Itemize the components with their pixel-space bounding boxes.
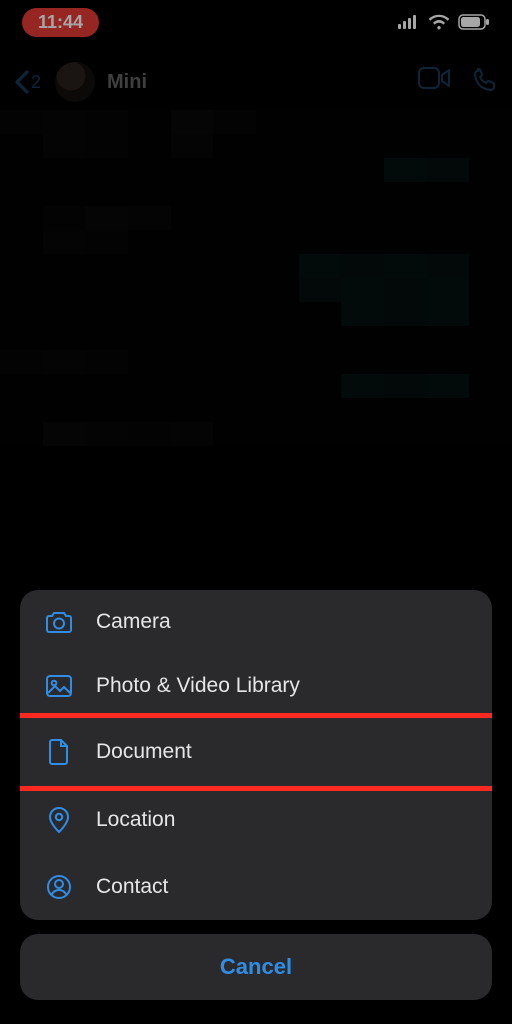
camera-icon (44, 610, 74, 634)
sheet-item-label: Camera (96, 610, 171, 634)
sheet-item-label: Location (96, 808, 175, 832)
sheet-item-contact[interactable]: Contact (20, 854, 492, 920)
sheet-item-photo-library[interactable]: Photo & Video Library (20, 654, 492, 718)
sheet-item-label: Document (96, 740, 192, 764)
sheet-item-label: Photo & Video Library (96, 674, 300, 698)
document-icon (44, 738, 74, 766)
sheet-item-label: Contact (96, 875, 168, 899)
location-icon (44, 806, 74, 834)
sheet-item-location[interactable]: Location (20, 786, 492, 854)
sheet-item-document[interactable]: Document (20, 713, 492, 791)
sheet-menu: Camera Photo & Video Library Document Lo… (20, 590, 492, 920)
sheet-item-camera[interactable]: Camera (20, 590, 492, 654)
screen: 11:44 2 Mini (0, 0, 512, 1024)
photo-library-icon (44, 674, 74, 698)
cancel-button[interactable]: Cancel (20, 934, 492, 1000)
attachment-action-sheet: Camera Photo & Video Library Document Lo… (20, 590, 492, 1000)
contact-icon (44, 874, 74, 900)
